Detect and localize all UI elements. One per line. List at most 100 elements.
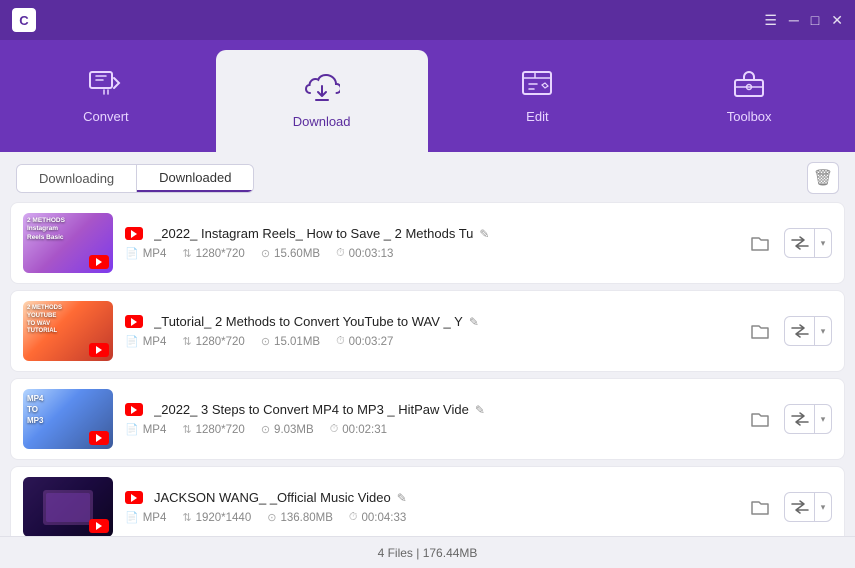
yt-badge-3 [89, 431, 109, 445]
resolution-icon-3: ⇅ [182, 423, 191, 436]
thumbnail-1: 2 METHODSInstagramReels Basic [23, 213, 113, 273]
edit-label: Edit [526, 109, 548, 124]
yt-source-badge-3 [125, 403, 143, 416]
convert-button-4[interactable] [785, 493, 815, 521]
table-row: 2 METHODSInstagramReels Basic _2022_ Ins… [10, 202, 845, 284]
filesize-1: ⊙ 15.60MB [261, 247, 320, 260]
menu-icon[interactable]: ☰ [764, 13, 777, 27]
filesize-2: ⊙ 15.01MB [261, 335, 320, 348]
titlebar: C ☰ ─ □ ✕ [0, 0, 855, 40]
file-meta-4: 📄 MP4 ⇅ 1920*1440 ⊙ 136.80MB ⏱ 00:04:33 [125, 511, 732, 524]
duration-1: ⏱ 00:03:13 [336, 247, 393, 260]
convert-action-group-1: ▾ [784, 228, 832, 258]
thumbnail-3: MP4TOMP3 [23, 389, 113, 449]
thumb-text-1: 2 METHODSInstagramReels Basic [27, 217, 65, 242]
size-icon-4: ⊙ [267, 511, 276, 524]
format-1: 📄 MP4 [125, 247, 166, 260]
close-button[interactable]: ✕ [831, 13, 843, 27]
file-info-3: _2022_ 3 Steps to Convert MP4 to MP3 _ H… [125, 402, 732, 436]
yt-source-badge-2 [125, 315, 143, 328]
nav-item-edit[interactable]: Edit [432, 40, 644, 152]
navbar: Convert Download Edit [0, 40, 855, 152]
convert-button-1[interactable] [785, 229, 815, 257]
edit-title-button-1[interactable]: ✎ [479, 227, 489, 241]
convert-action-group-4: ▾ [784, 492, 832, 522]
nav-item-toolbox[interactable]: Toolbox [643, 40, 855, 152]
download-label: Download [293, 114, 351, 129]
resolution-4: ⇅ 1920*1440 [182, 511, 251, 524]
resolution-3: ⇅ 1280*720 [182, 423, 244, 436]
file-icon-3: 📄 [125, 423, 139, 436]
format-4: 📄 MP4 [125, 511, 166, 524]
open-folder-button-3[interactable] [744, 403, 776, 435]
yt-badge-2 [89, 343, 109, 357]
file-actions-1: ▾ [744, 227, 832, 259]
edit-title-button-3[interactable]: ✎ [475, 403, 485, 417]
duration-2: ⏱ 00:03:27 [336, 335, 393, 348]
file-title-3: _2022_ 3 Steps to Convert MP4 to MP3 _ H… [154, 402, 469, 417]
nav-item-convert[interactable]: Convert [0, 40, 212, 152]
resolution-1: ⇅ 1280*720 [182, 247, 244, 260]
convert-action-group-2: ▾ [784, 316, 832, 346]
yt-source-badge-1 [125, 227, 143, 240]
size-icon-2: ⊙ [261, 335, 270, 348]
open-folder-button-2[interactable] [744, 315, 776, 347]
nav-item-download[interactable]: Download [216, 50, 428, 152]
clock-icon-1: ⏱ [336, 247, 345, 260]
file-actions-4: ▾ [744, 491, 832, 523]
tab-downloading[interactable]: Downloading [17, 165, 137, 192]
file-title-row-1: _2022_ Instagram Reels_ How to Save _ 2 … [125, 226, 732, 241]
file-meta-2: 📄 MP4 ⇅ 1280*720 ⊙ 15.01MB ⏱ 00:03:27 [125, 335, 732, 348]
thumbnail-2: 2 METHODSYOUTUBETO WAVTUTORIAL [23, 301, 113, 361]
edit-title-button-4[interactable]: ✎ [397, 491, 407, 505]
open-folder-button-1[interactable] [744, 227, 776, 259]
file-meta-3: 📄 MP4 ⇅ 1280*720 ⊙ 9.03MB ⏱ 00:02:31 [125, 423, 732, 436]
download-icon [304, 73, 340, 108]
file-icon-4: 📄 [125, 511, 139, 524]
file-info-4: JACKSON WANG_ _Official Music Video ✎ 📄 … [125, 490, 732, 524]
file-icon-2: 📄 [125, 335, 139, 348]
app-logo: C [12, 8, 36, 32]
tab-downloaded[interactable]: Downloaded [137, 165, 253, 192]
yt-badge-4 [89, 519, 109, 533]
convert-dropdown-4[interactable]: ▾ [815, 493, 831, 521]
size-icon-1: ⊙ [261, 247, 270, 260]
edit-icon [519, 68, 555, 103]
file-title-row-4: JACKSON WANG_ _Official Music Video ✎ [125, 490, 732, 505]
subtabs-bar: Downloading Downloaded 🗑 [0, 152, 855, 202]
subtabs-group: Downloading Downloaded [16, 164, 254, 193]
convert-label: Convert [83, 109, 129, 124]
format-2: 📄 MP4 [125, 335, 166, 348]
file-title-row-3: _2022_ 3 Steps to Convert MP4 to MP3 _ H… [125, 402, 732, 417]
edit-title-button-2[interactable]: ✎ [469, 315, 479, 329]
convert-button-2[interactable] [785, 317, 815, 345]
file-actions-3: ▾ [744, 403, 832, 435]
file-info-1: _2022_ Instagram Reels_ How to Save _ 2 … [125, 226, 732, 260]
duration-4: ⏱ 00:04:33 [349, 511, 406, 524]
duration-3: ⏱ 00:02:31 [330, 423, 387, 436]
open-folder-button-4[interactable] [744, 491, 776, 523]
thumbnail-4 [23, 477, 113, 536]
convert-dropdown-1[interactable]: ▾ [815, 229, 831, 257]
resolution-2: ⇅ 1280*720 [182, 335, 244, 348]
file-info-2: _Tutorial_ 2 Methods to Convert YouTube … [125, 314, 732, 348]
statusbar: 4 Files | 176.44MB [0, 536, 855, 568]
thumb-text-2: 2 METHODSYOUTUBETO WAVTUTORIAL [27, 305, 62, 336]
window-controls: ☰ ─ □ ✕ [764, 13, 843, 27]
table-row: 2 METHODSYOUTUBETO WAVTUTORIAL _Tutorial… [10, 290, 845, 372]
resolution-icon-1: ⇅ [182, 247, 191, 260]
convert-button-3[interactable] [785, 405, 815, 433]
file-title-row-2: _Tutorial_ 2 Methods to Convert YouTube … [125, 314, 732, 329]
delete-all-button[interactable]: 🗑 [807, 162, 839, 194]
format-3: 📄 MP4 [125, 423, 166, 436]
file-title-2: _Tutorial_ 2 Methods to Convert YouTube … [154, 314, 463, 329]
convert-action-group-3: ▾ [784, 404, 832, 434]
convert-icon [88, 68, 124, 103]
convert-dropdown-2[interactable]: ▾ [815, 317, 831, 345]
convert-dropdown-3[interactable]: ▾ [815, 405, 831, 433]
filesize-3: ⊙ 9.03MB [261, 423, 314, 436]
minimize-button[interactable]: ─ [789, 13, 799, 27]
maximize-button[interactable]: □ [811, 13, 819, 27]
status-text: 4 Files | 176.44MB [378, 546, 478, 560]
size-icon-3: ⊙ [261, 423, 270, 436]
